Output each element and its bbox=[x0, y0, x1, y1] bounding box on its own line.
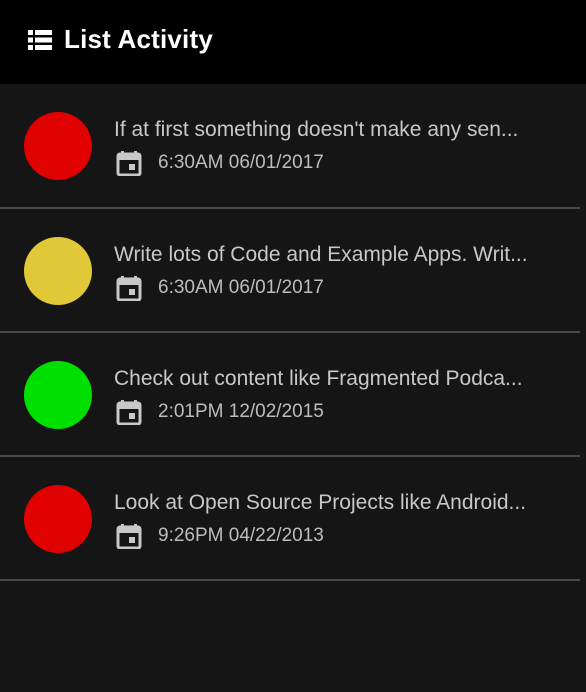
list-item-text: If at first something doesn't make any s… bbox=[114, 118, 519, 141]
calendar-icon bbox=[116, 400, 142, 425]
list-item-meta: 9:26PM 04/22/2013 bbox=[116, 523, 324, 549]
calendar-icon bbox=[116, 524, 142, 549]
page-title: List Activity bbox=[64, 23, 214, 54]
list-item-meta: 6:30AM 06/01/2017 bbox=[116, 275, 324, 301]
list-item-text: Check out content like Fragmented Podca.… bbox=[114, 367, 523, 390]
list-item-meta: 6:30AM 06/01/2017 bbox=[116, 150, 324, 176]
calendar-icon bbox=[116, 151, 142, 176]
view-list-icon bbox=[28, 30, 52, 50]
status-dot bbox=[24, 237, 92, 305]
status-dot bbox=[24, 112, 92, 180]
list-item[interactable]: If at first something doesn't make any s… bbox=[0, 84, 580, 209]
list-item-meta: 2:01PM 12/02/2015 bbox=[116, 399, 324, 425]
activity-list: If at first something doesn't make any s… bbox=[0, 84, 586, 581]
list-item[interactable]: Look at Open Source Projects like Androi… bbox=[0, 457, 580, 581]
list-item-text: Look at Open Source Projects like Androi… bbox=[114, 491, 527, 514]
list-item-datetime: 2:01PM 12/02/2015 bbox=[158, 401, 324, 422]
status-dot bbox=[24, 361, 92, 429]
toolbar: List Activity bbox=[0, 0, 586, 84]
list-item-datetime: 6:30AM 06/01/2017 bbox=[158, 152, 324, 173]
calendar-icon bbox=[116, 276, 142, 301]
list-item-datetime: 6:30AM 06/01/2017 bbox=[158, 277, 324, 298]
app-window: List Activity If at first something does… bbox=[0, 0, 586, 692]
list-item-text: Write lots of Code and Example Apps. Wri… bbox=[114, 243, 528, 266]
status-dot bbox=[24, 485, 92, 553]
list-item-datetime: 9:26PM 04/22/2013 bbox=[158, 525, 324, 546]
list-item[interactable]: Write lots of Code and Example Apps. Wri… bbox=[0, 209, 580, 333]
list-item[interactable]: Check out content like Fragmented Podca.… bbox=[0, 333, 580, 457]
